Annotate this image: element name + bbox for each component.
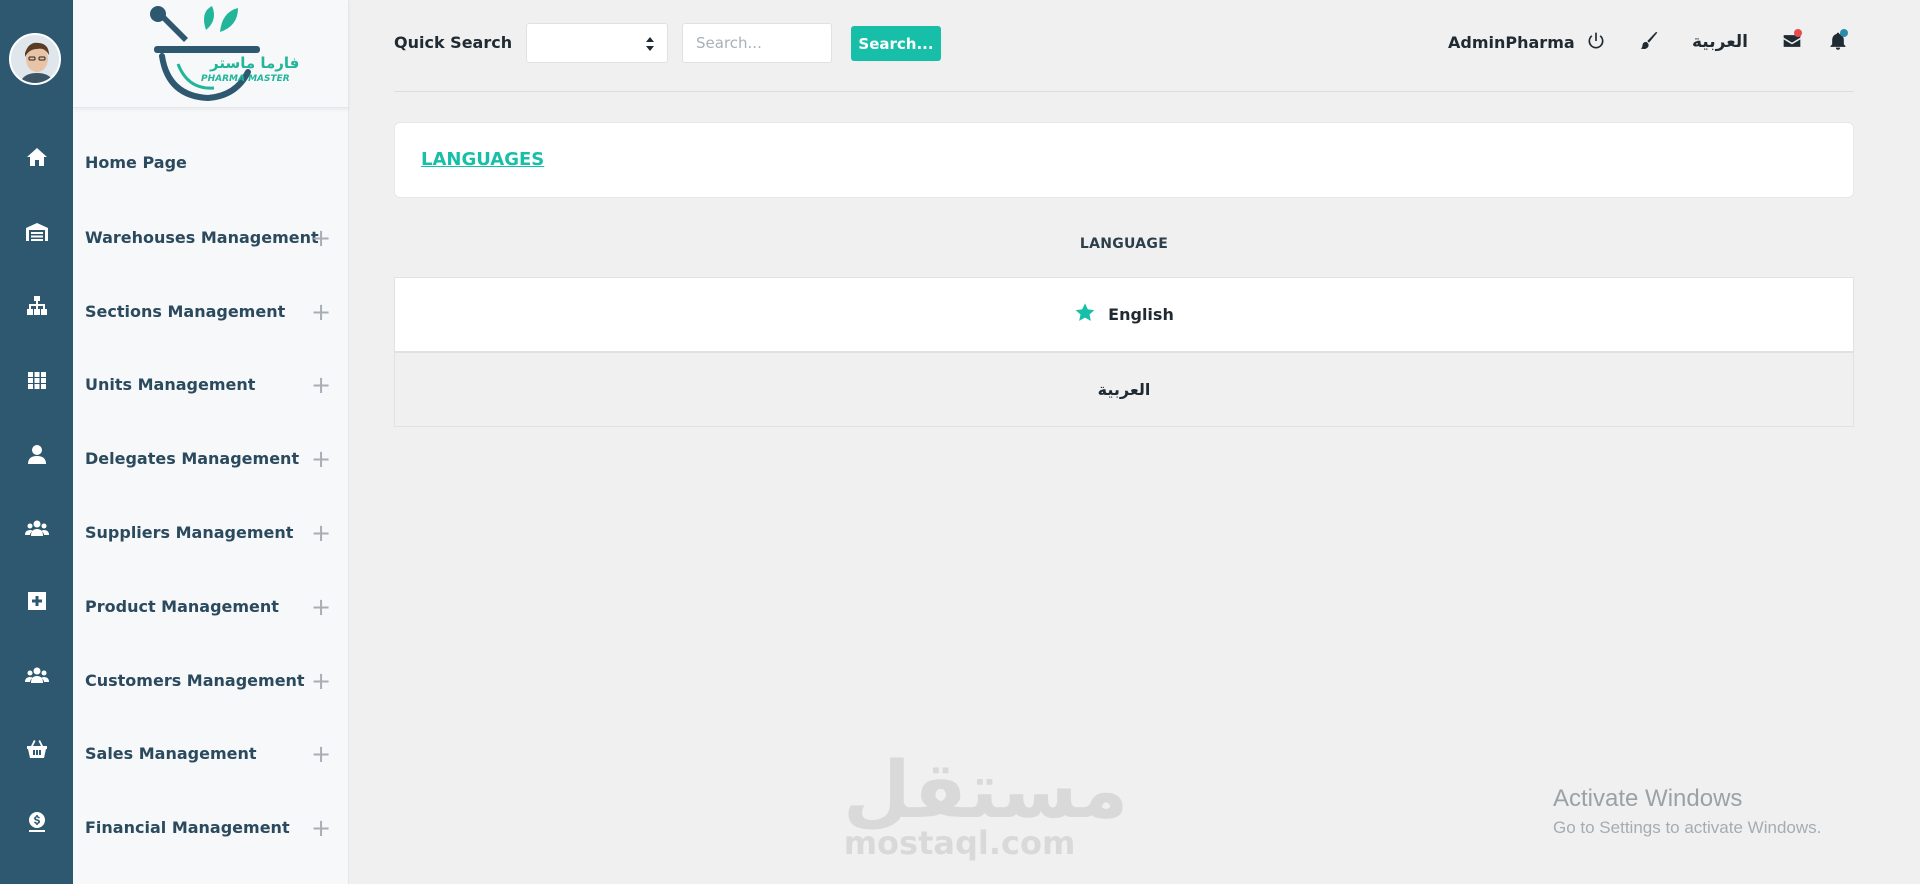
- expand-plus-icon[interactable]: +: [311, 373, 331, 397]
- paint-brush-icon[interactable]: [1639, 31, 1661, 53]
- sort-arrows-icon: [646, 37, 654, 51]
- languages-table-header: LANGUAGE: [1079, 236, 1169, 252]
- avatar-image: [11, 35, 59, 83]
- mostaql-watermark-en: mostaql.com: [843, 824, 1076, 862]
- users-icon[interactable]: [0, 513, 73, 543]
- breadcrumb: LANGUAGES: [394, 122, 1854, 198]
- sidebar-item-units[interactable]: Units Management +: [73, 367, 349, 407]
- avatar[interactable]: [9, 33, 61, 85]
- sidebar: فارما ماستر PHARMA MASTER Home Page Ware…: [73, 0, 349, 884]
- logo-text-en: PHARMA MASTER: [201, 74, 290, 84]
- home-icon[interactable]: [0, 142, 73, 172]
- sidebar-item-suppliers[interactable]: Suppliers Management +: [73, 515, 349, 555]
- sidebar-item-customers[interactable]: Customers Management +: [73, 663, 349, 703]
- expand-plus-icon[interactable]: +: [311, 669, 331, 693]
- expand-plus-icon[interactable]: +: [311, 447, 331, 471]
- money-icon[interactable]: [0, 807, 73, 837]
- sidebar-item-warehouses[interactable]: Warehouses Management +: [73, 220, 349, 260]
- user-icon[interactable]: [0, 439, 73, 469]
- search-button[interactable]: Search...: [851, 26, 941, 61]
- expand-plus-icon[interactable]: +: [311, 595, 331, 619]
- warehouse-icon[interactable]: [0, 217, 73, 247]
- table-row-english[interactable]: English: [394, 277, 1854, 352]
- users-icon-customers[interactable]: [0, 660, 73, 690]
- language-name: العربية: [1097, 380, 1151, 399]
- sidebar-item-sales[interactable]: Sales Management +: [73, 736, 349, 776]
- quick-search-label: Quick Search: [394, 33, 513, 52]
- admin-username[interactable]: AdminPharma: [1448, 33, 1575, 52]
- expand-plus-icon[interactable]: +: [311, 300, 331, 324]
- expand-plus-icon[interactable]: +: [311, 816, 331, 840]
- icon-rail: [0, 0, 73, 884]
- mail-badge: [1794, 29, 1802, 37]
- activate-windows-subtitle: Go to Settings to activate Windows.: [1553, 818, 1822, 837]
- quick-search-select[interactable]: [526, 23, 668, 63]
- sidebar-item-label: Financial Management: [85, 818, 290, 837]
- medical-plus-icon[interactable]: [0, 586, 73, 616]
- language-name: English: [1108, 305, 1174, 324]
- expand-plus-icon[interactable]: +: [311, 521, 331, 545]
- mostaql-watermark: مستقل mostaql.com: [843, 746, 1129, 862]
- logo-text-ar: فارما ماستر: [210, 54, 300, 72]
- activate-windows-title: Activate Windows: [1553, 785, 1743, 812]
- expand-plus-icon[interactable]: +: [311, 226, 331, 250]
- grid-icon[interactable]: [0, 365, 73, 395]
- sidebar-item-label: Customers Management: [85, 671, 305, 690]
- pharma-master-logo: [150, 6, 260, 102]
- sitemap-icon[interactable]: [0, 291, 73, 321]
- default-star-icon: [1075, 302, 1095, 321]
- top-header: Quick Search Search... AdminPharma العرب…: [394, 0, 1854, 92]
- logo[interactable]: فارما ماستر PHARMA MASTER: [73, 0, 349, 108]
- quick-search-input[interactable]: [682, 23, 832, 63]
- breadcrumb-languages-link[interactable]: LANGUAGES: [421, 149, 544, 170]
- power-icon[interactable]: [1586, 31, 1608, 53]
- sidebar-item-label: Product Management: [85, 597, 279, 616]
- language-switch[interactable]: العربية: [1692, 32, 1748, 52]
- sidebar-item-label: Delegates Management: [85, 449, 300, 468]
- table-row-arabic[interactable]: العربية: [394, 352, 1854, 427]
- sidebar-item-delegates[interactable]: Delegates Management +: [73, 441, 349, 481]
- mostaql-watermark-ar: مستقل: [843, 746, 1129, 836]
- sidebar-item-label: Units Management: [85, 375, 256, 394]
- sidebar-item-home[interactable]: Home Page: [73, 145, 349, 185]
- sidebar-item-label: Warehouses Management: [85, 228, 319, 247]
- bell-badge: [1840, 29, 1848, 37]
- sidebar-item-label: Suppliers Management: [85, 523, 294, 542]
- sidebar-item-sections[interactable]: Sections Management +: [73, 294, 349, 334]
- sidebar-item-products[interactable]: Product Management +: [73, 589, 349, 629]
- sidebar-item-label: Home Page: [85, 153, 187, 172]
- sidebar-item-financial[interactable]: Financial Management +: [73, 810, 349, 850]
- basket-icon[interactable]: [0, 734, 73, 764]
- sidebar-item-label: Sections Management: [85, 302, 286, 321]
- sidebar-item-label: Sales Management: [85, 744, 257, 763]
- expand-plus-icon[interactable]: +: [311, 742, 331, 766]
